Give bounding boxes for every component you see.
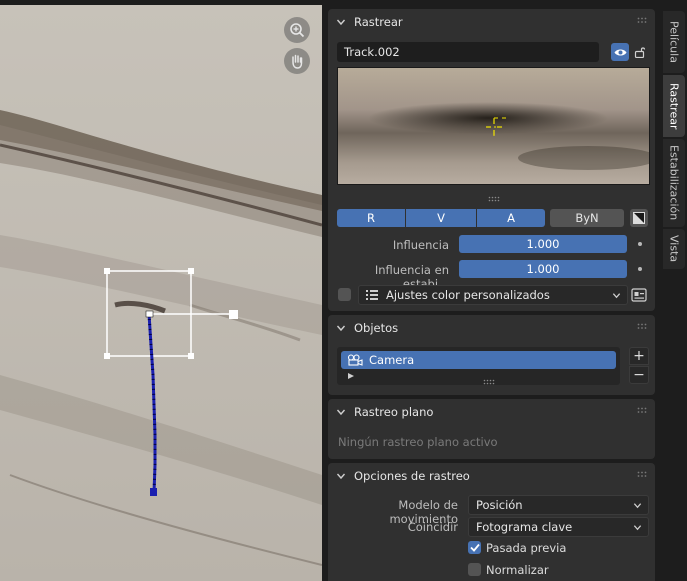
drag-grip-icon[interactable]: [637, 17, 647, 25]
tab-estabilizacion[interactable]: Estabilización: [663, 139, 685, 227]
tab-rastrear[interactable]: Rastrear: [663, 75, 685, 137]
motion-model-dropdown[interactable]: Posición: [468, 495, 649, 515]
keyframe-dot-icon[interactable]: [638, 242, 642, 246]
color-preset-dropdown[interactable]: Ajustes color personalizados: [358, 285, 628, 305]
properties-sidebar: Rastrear Track.002 R V A ByN Influencia …: [322, 5, 661, 581]
chevron-down-icon: [633, 525, 642, 531]
chevron-down-icon: [336, 409, 346, 416]
track-name-input[interactable]: Track.002: [337, 42, 599, 62]
plane-track-panel: Rastreo plano Ningún rastreo plano activ…: [328, 399, 655, 459]
chevron-down-icon: [633, 503, 642, 509]
chevron-down-icon: [612, 293, 621, 299]
chevron-down-icon: [336, 19, 346, 26]
chevron-down-icon: [336, 473, 346, 480]
channel-a-button[interactable]: A: [477, 209, 545, 227]
objects-panel: Objetos Camera + −: [328, 315, 655, 395]
eye-icon[interactable]: [611, 43, 629, 61]
checkmark-icon: [469, 543, 480, 552]
tab-pelicula[interactable]: Película: [663, 11, 685, 73]
color-preset-checkbox[interactable]: [338, 288, 351, 301]
drag-grip-icon[interactable]: [637, 407, 647, 415]
chevron-down-icon: [336, 325, 346, 332]
stab-influence-slider[interactable]: 1.000: [459, 260, 627, 278]
normalize-checkbox[interactable]: [468, 563, 481, 576]
keyframe-dot-icon[interactable]: [638, 267, 642, 271]
panel-title: Rastrear: [354, 15, 403, 29]
objects-panel-header[interactable]: Objetos: [328, 315, 655, 341]
track-panel: Rastrear Track.002 R V A ByN Influencia …: [328, 9, 655, 311]
object-name: Camera: [369, 353, 415, 367]
objects-list: Camera: [337, 347, 620, 385]
sidebar-tabs: Película Rastrear Estabilización Vista: [661, 5, 687, 581]
no-plane-track-text: Ningún rastreo plano activo: [338, 435, 498, 449]
tracking-options-panel-header[interactable]: Opciones de rastreo: [328, 463, 655, 489]
add-object-button[interactable]: +: [629, 347, 649, 365]
tab-vista[interactable]: Vista: [663, 229, 685, 269]
list-item[interactable]: Camera: [341, 351, 616, 369]
prepass-label[interactable]: Pasada previa: [486, 541, 566, 555]
play-arrow-icon[interactable]: [348, 373, 354, 379]
preset-id-card-icon[interactable]: [631, 288, 647, 302]
list-icon: [366, 290, 378, 300]
camera-icon: [347, 354, 363, 366]
panel-title: Opciones de rastreo: [354, 469, 470, 483]
channel-r-button[interactable]: R: [337, 209, 405, 227]
invert-icon[interactable]: [630, 209, 648, 227]
motion-model-value: Posición: [476, 498, 523, 512]
influence-slider[interactable]: 1.000: [459, 235, 627, 253]
panel-title: Objetos: [354, 321, 399, 335]
track-panel-header[interactable]: Rastrear: [328, 9, 655, 35]
track-preview: [337, 67, 650, 185]
zoom-in-icon[interactable]: [284, 17, 310, 43]
tracking-options-panel: Opciones de rastreo Modelo de movimiento…: [328, 463, 655, 581]
panel-title: Rastreo plano: [354, 405, 434, 419]
list-resize-grip-icon[interactable]: [483, 374, 495, 385]
match-value: Fotograma clave: [476, 520, 573, 534]
channel-v-button[interactable]: V: [406, 209, 476, 227]
grayscale-button[interactable]: ByN: [550, 209, 624, 227]
marker-tilt-handle[interactable]: [229, 310, 238, 319]
clip-viewport[interactable]: [0, 5, 322, 581]
remove-object-button[interactable]: −: [629, 366, 649, 384]
normalize-label[interactable]: Normalizar: [486, 563, 549, 577]
drag-grip-icon[interactable]: [637, 323, 647, 331]
footage-frame: [0, 5, 322, 581]
lock-icon[interactable]: [631, 43, 649, 61]
match-label: Coincidir: [407, 520, 458, 534]
match-dropdown[interactable]: Fotograma clave: [468, 517, 649, 537]
prepass-checkbox[interactable]: [468, 541, 481, 554]
influence-label: Influencia: [392, 238, 449, 252]
resize-grip-icon[interactable]: [488, 191, 500, 202]
drag-grip-icon[interactable]: [637, 471, 647, 479]
color-preset-value: Ajustes color personalizados: [386, 288, 550, 302]
plane-track-panel-header[interactable]: Rastreo plano: [328, 399, 655, 425]
hand-icon[interactable]: [284, 48, 310, 74]
